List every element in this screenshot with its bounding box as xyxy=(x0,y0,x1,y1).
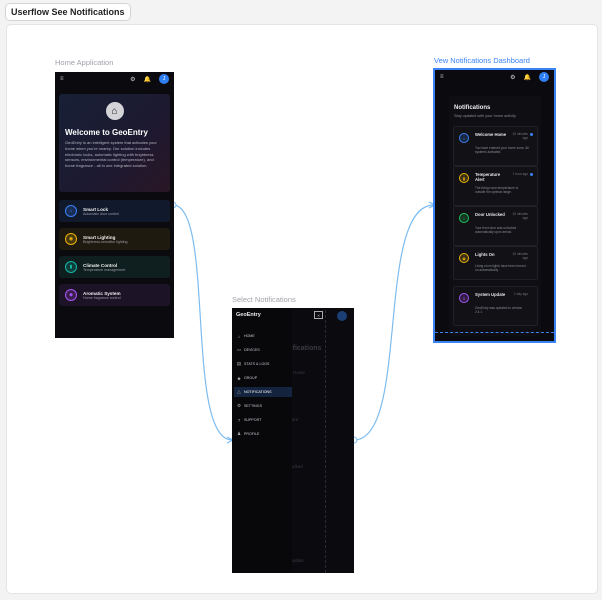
menu-item-label: SUPPORT xyxy=(244,418,262,422)
menu-item[interactable]: ⌂ HOME xyxy=(234,331,292,341)
notification-time: 1 hour ago xyxy=(512,172,528,176)
support-icon: ? xyxy=(237,417,241,423)
home-icon: ⌂ xyxy=(105,102,124,120)
bulb-icon: ◉ xyxy=(65,233,77,245)
notification-card[interactable]: ⌂ Door Unlocked 15 minutes ago Your front d… xyxy=(453,206,538,246)
nav-drawer: GeoEntry ⌂ HOME ▭ DEVICES ▤ STATS & LOGS ☻ GROU… xyxy=(232,308,292,573)
hero-description: GeoEntry is an intelligent system that a… xyxy=(65,140,157,169)
devices-icon: ▭ xyxy=(236,347,242,352)
menu-item[interactable]: △ NOTIFICATIONS xyxy=(234,387,292,397)
thermometer-icon: ▮ xyxy=(459,173,469,183)
lock-icon: ⌂ xyxy=(65,205,77,217)
info-icon: ℹ xyxy=(459,293,469,303)
gear-icon[interactable]: ⚙ xyxy=(510,74,515,81)
gear-icon[interactable]: ⚙ xyxy=(130,76,135,83)
top-bar: ≡ ⚙ 🔔 J xyxy=(435,70,554,84)
unread-dot xyxy=(530,173,533,176)
notification-time: 1 day ago xyxy=(513,292,528,296)
frame-label-home: Home Application xyxy=(55,58,114,67)
notification-body: The living room temperature is outside t… xyxy=(475,186,519,195)
page-title: Userflow See Notifications xyxy=(5,3,131,21)
notification-body: GeoEntry was updated to version 2.4.1 xyxy=(475,306,523,315)
scroll-guide xyxy=(325,310,354,573)
menu-icon[interactable]: ≡ xyxy=(440,74,444,80)
notification-body: You have entered your home zone. All sys… xyxy=(475,146,529,155)
feature-subtitle: Temperature management xyxy=(83,267,126,272)
menu-icon[interactable]: ≡ xyxy=(60,76,64,82)
frame-label-select: Select Notifications xyxy=(232,295,296,304)
notification-title: Temperature Alert xyxy=(475,172,501,183)
menu-item[interactable]: ▭ DEVICES xyxy=(234,345,292,355)
unread-dot xyxy=(530,133,533,136)
menu-item-label: HOME xyxy=(244,334,255,338)
menu-item[interactable]: ▤ STATS & LOGS xyxy=(234,359,292,369)
profile-icon: ♟ xyxy=(236,431,242,436)
drop-icon: ◆ xyxy=(65,289,77,301)
notification-card[interactable]: ℹ System Update 1 day ago GeoEntry was upda… xyxy=(453,286,538,326)
notification-body: Living room lights have been turned on a… xyxy=(475,264,526,273)
menu-item-label: PROFILE xyxy=(244,432,260,436)
menu-item-label: NOTIFICATIONS xyxy=(244,390,272,394)
feature-subtitle: Brightness-sensitive lighting xyxy=(83,239,128,244)
menu-item-label: SETTINGS xyxy=(244,404,262,408)
notification-time: 15 minutes ago xyxy=(512,132,528,140)
notification-card[interactable]: ◉ Lights On 15 minutes ago Living room ligh… xyxy=(453,246,538,280)
bulb-icon: ◉ xyxy=(459,253,469,263)
feature-card[interactable]: ◉ Smart Lighting Brightness-sensitive ligh… xyxy=(59,228,170,250)
feature-title: Aromatic System xyxy=(83,290,121,296)
thermometer-icon: ▮ xyxy=(65,261,77,273)
notification-title: Door Unlocked xyxy=(475,212,505,217)
welcome-hero: ⌂ Welcome to GeoEntry GeoEntry is an int… xyxy=(59,94,170,192)
feature-subtitle: Home fragrance control xyxy=(83,295,121,300)
lock-icon: ⌂ xyxy=(459,213,469,223)
frame-home[interactable]: ≡ ⚙ 🔔 J ⌂ Welcome to GeoEntry GeoEntry i… xyxy=(55,72,174,338)
avatar[interactable] xyxy=(337,311,347,321)
notifications-title: Notifications xyxy=(454,105,491,111)
menu-item-label: GROUP xyxy=(244,376,258,380)
notification-body: Your front door was unlocked automatical… xyxy=(475,226,517,235)
group-icon: ☻ xyxy=(236,375,242,381)
menu-item[interactable]: ⚙ SETTINGS xyxy=(234,401,292,411)
close-icon[interactable]: ✕ xyxy=(314,311,323,319)
notification-card[interactable]: ⌂ Welcome Home 15 minutes ago You have ente… xyxy=(453,126,538,166)
menu-item[interactable]: ? SUPPORT xyxy=(234,415,292,425)
top-bar: ≡ ⚙ 🔔 J xyxy=(55,72,174,86)
menu-item[interactable]: ♟ PROFILE xyxy=(234,429,292,439)
brand-logo: GeoEntry xyxy=(236,312,261,318)
frame-dashboard[interactable]: ≡ ⚙ 🔔 J Notifications Stay updated with … xyxy=(433,68,556,343)
bell-icon[interactable]: 🔔 xyxy=(144,76,151,83)
menu-item[interactable]: ☻ GROUP xyxy=(234,373,292,383)
notification-title: Welcome Home xyxy=(475,132,507,137)
notification-title: System Update xyxy=(475,292,506,297)
notification-time: 15 minutes ago xyxy=(512,212,528,220)
gear-icon: ⚙ xyxy=(236,403,242,408)
bell-icon: △ xyxy=(237,389,241,394)
avatar[interactable]: J xyxy=(539,72,549,82)
menu-item-label: DEVICES xyxy=(244,348,260,352)
home-icon: ⌂ xyxy=(237,333,241,339)
home-icon: ⌂ xyxy=(459,133,469,143)
notification-time: 15 minutes ago xyxy=(512,252,528,260)
hero-title: Welcome to GeoEntry xyxy=(65,128,148,137)
bell-icon[interactable]: 🔔 xyxy=(524,74,531,81)
stats-icon: ▤ xyxy=(236,361,242,366)
feature-card[interactable]: ▮ Climate Control Temperature management xyxy=(59,256,170,278)
notification-card[interactable]: ▮ Temperature Alert 1 hour ago The living r… xyxy=(453,166,538,206)
frame-select[interactable]: Notifications Welcome HomeTemperature Al… xyxy=(232,308,354,573)
notification-title: Lights On xyxy=(475,252,495,257)
feature-card[interactable]: ◆ Aromatic System Home fragrance control xyxy=(59,284,170,306)
notifications-subtitle: Stay updated with your home activity xyxy=(454,114,516,118)
feature-subtitle: Automatic door control xyxy=(83,211,119,216)
menu-item-label: STATS & LOGS xyxy=(244,362,270,366)
frame-label-dashboard: Vew Notifications Dashboard xyxy=(434,56,530,65)
feature-card[interactable]: ⌂ Smart Lock Automatic door control xyxy=(59,200,170,222)
avatar[interactable]: J xyxy=(159,74,169,84)
fold-line xyxy=(435,332,554,333)
